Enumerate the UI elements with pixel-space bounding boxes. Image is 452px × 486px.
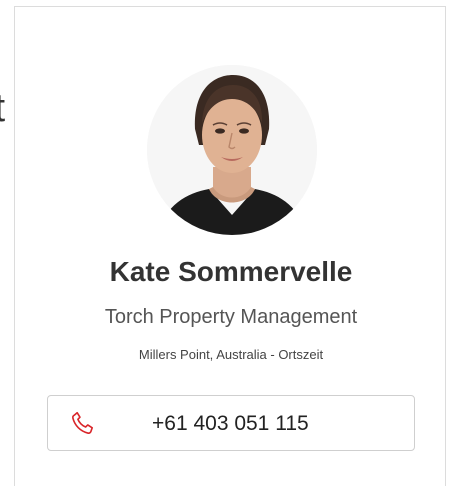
phone-number: +61 403 051 115 xyxy=(152,412,309,435)
agent-location: Millers Point, Australia - Ortszeit xyxy=(138,347,324,362)
agent-company: Torch Property Management xyxy=(104,306,358,328)
phone-icon xyxy=(70,410,96,436)
agent-card: Kate Sommervelle Torch Property Manageme… xyxy=(14,6,446,486)
agent-name: Kate Sommervelle xyxy=(109,256,353,287)
background-partial-text: t xyxy=(0,86,5,131)
call-phone-button[interactable]: +61 403 051 115 xyxy=(47,395,415,451)
agent-avatar xyxy=(147,65,317,235)
